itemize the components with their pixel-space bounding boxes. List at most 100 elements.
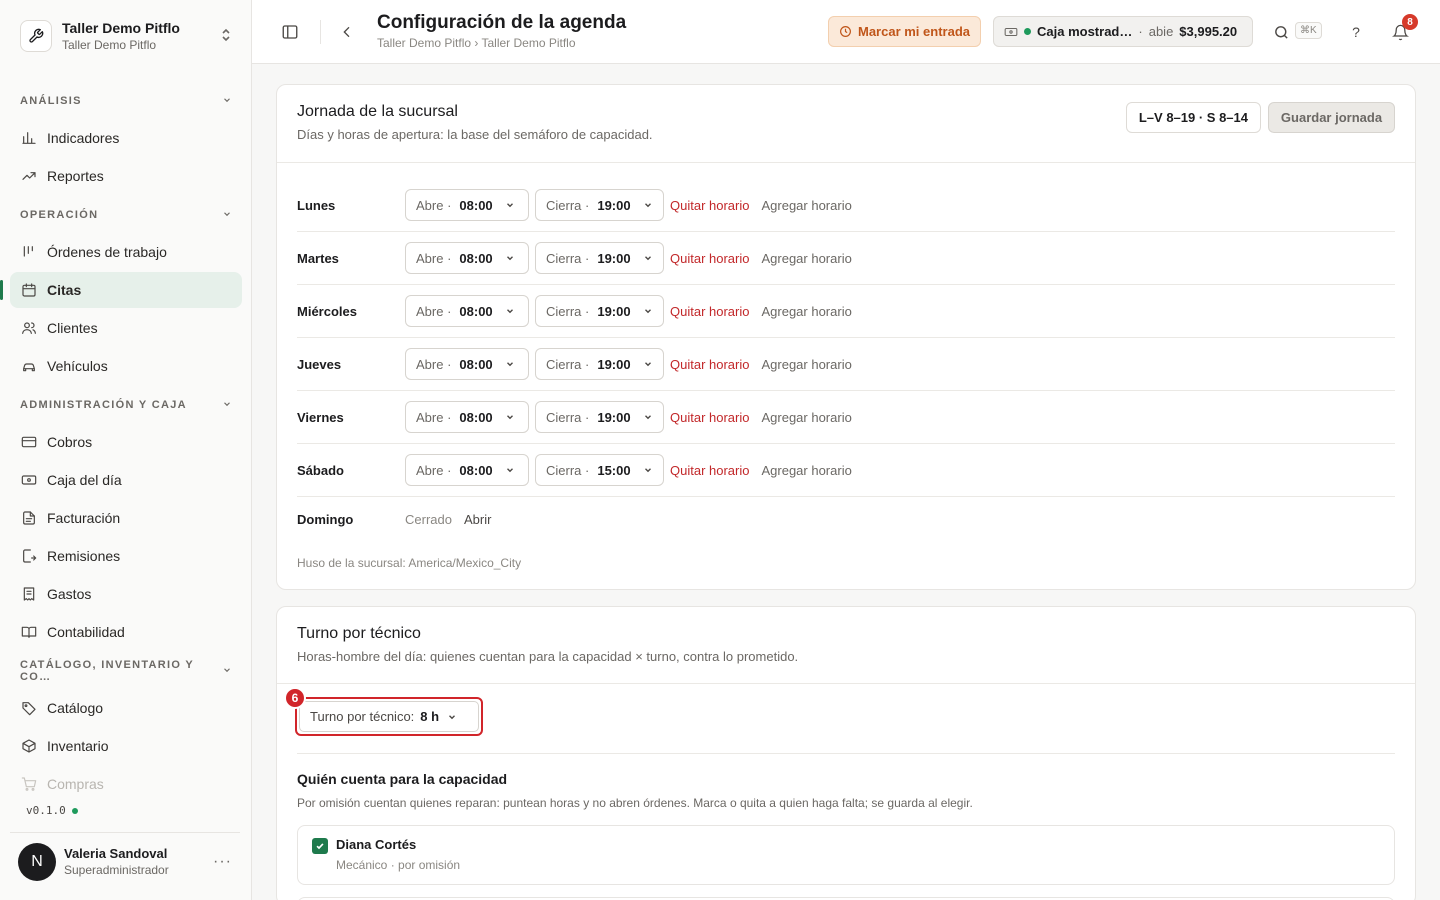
more-icon[interactable]: ··· [213,853,232,871]
sidebar-item-catálogo[interactable]: Catálogo [10,690,242,726]
add-schedule-link[interactable]: Agregar horario [761,410,851,425]
shift-select[interactable]: Turno por técnico: 8 h [299,701,479,732]
file-text-icon [20,510,37,527]
remove-schedule-link[interactable]: Quitar horario [670,251,749,266]
sidebar-item-indicadores[interactable]: Indicadores [10,120,242,156]
open-time-select[interactable]: Abre · 08:00 [405,189,529,221]
cash-register-separator: · [1138,24,1143,39]
sidebar-item-clientes[interactable]: Clientes [10,310,242,346]
hours-summary-button[interactable]: L–V 8–19 · S 8–14 [1125,102,1261,133]
sidebar-item-cobros[interactable]: Cobros [10,424,242,460]
checkbox-checked-icon[interactable] [312,838,328,854]
sidebar-item-label: Contabilidad [47,624,125,640]
technician-item[interactable]: Diana Cortés Mecánico · por omisión [297,825,1395,885]
open-time-value: 08:00 [459,409,493,425]
nav-section-header[interactable]: OPERACIÓN [10,198,242,232]
notification-badge: 8 [1402,14,1418,30]
credit-card-icon [20,434,37,451]
hours-row: Miércoles Abre · 08:00 Cierra · 19:00 Qu… [297,285,1395,338]
sidebar-item-compras[interactable]: Compras [10,766,242,802]
sidebar-item-citas[interactable]: Citas [0,272,242,308]
remove-schedule-link[interactable]: Quitar horario [670,357,749,372]
closed-status: Cerrado [405,512,452,527]
nav-section-label: ANÁLISIS [20,95,82,107]
receipt-icon [20,586,37,603]
chevron-down-icon [222,95,232,108]
sidebar-item-contabilidad[interactable]: Contabilidad [10,614,242,650]
hours-row: Lunes Abre · 08:00 Cierra · 19:00 Quitar… [297,179,1395,232]
nav-section-label: ADMINISTRACIÓN Y CAJA [20,399,187,411]
version-label: v0.1.0 [26,804,66,817]
add-schedule-link[interactable]: Agregar horario [761,357,851,372]
remove-schedule-link[interactable]: Quitar horario [670,463,749,478]
open-prefix: Abre · [416,462,452,478]
open-day-link[interactable]: Abrir [464,512,491,527]
chevron-down-icon [643,253,653,263]
sidebar-item-label: Catálogo [47,700,104,716]
sidebar-nav: ANÁLISIS Indicadores Reportes OPERACIÓN Órde… [0,80,242,804]
close-time-select[interactable]: Cierra · 19:00 [535,189,664,221]
sidebar-item-órdenes-de-trabajo[interactable]: Órdenes de trabajo [10,234,242,270]
save-hours-button[interactable]: Guardar jornada [1268,102,1395,133]
shift-select-value: 8 h [420,709,440,724]
sidebar-toggle-icon[interactable] [274,16,306,48]
help-icon[interactable]: ? [1340,16,1372,48]
shift-select-highlight: Turno por técnico: 8 h [295,697,483,736]
search-icon[interactable] [1265,16,1297,48]
add-schedule-link[interactable]: Agregar horario [761,463,851,478]
clock-icon [840,26,851,37]
sidebar-item-caja-del-día[interactable]: Caja del día [10,462,242,498]
sidebar-item-inventario[interactable]: Inventario [10,728,242,764]
chevron-down-icon [643,465,653,475]
page-title: Configuración de la agenda [377,12,627,33]
version: v0.1.0 [26,804,78,817]
nav-section-header[interactable]: ANÁLISIS [10,84,242,118]
chevron-down-icon [643,359,653,369]
user-menu[interactable]: N Valeria Sandoval Superadministrador ··… [10,832,240,890]
close-time-select[interactable]: Cierra · 15:00 [535,454,664,486]
open-time-value: 08:00 [459,303,493,319]
chevron-down-icon [643,412,653,422]
nav-section-header[interactable]: ADMINISTRACIÓN Y CAJA [10,388,242,422]
back-icon[interactable] [331,16,363,48]
add-schedule-link[interactable]: Agregar horario [761,251,851,266]
chevron-down-icon [505,359,515,369]
add-schedule-link[interactable]: Agregar horario [761,198,851,213]
cash-register-state: abie [1148,24,1174,39]
sidebar-item-reportes[interactable]: Reportes [10,158,242,194]
sidebar-item-remisiones[interactable]: Remisiones [10,538,242,574]
chevron-down-icon [222,665,232,678]
open-time-select[interactable]: Abre · 08:00 [405,348,529,380]
sidebar-item-facturación[interactable]: Facturación [10,500,242,536]
close-time-value: 19:00 [597,356,631,372]
open-time-select[interactable]: Abre · 08:00 [405,401,529,433]
divider [297,753,1395,754]
cash-register-button[interactable]: Caja mostrad… · abie $3,995.20 [993,16,1253,47]
nav-section-header[interactable]: CATÁLOGO, INVENTARIO Y CO… [10,654,242,688]
org-switcher[interactable]: Taller Demo Pitflo Taller Demo Pitflo [10,8,242,64]
open-prefix: Abre · [416,356,452,372]
wrench-icon [20,20,52,52]
close-prefix: Cierra · [546,250,590,266]
shift-title: Turno por técnico [297,625,421,642]
open-time-value: 08:00 [459,197,493,213]
user-role: Superadministrador [64,863,169,877]
remove-schedule-link[interactable]: Quitar horario [670,304,749,319]
close-time-select[interactable]: Cierra · 19:00 [535,348,664,380]
sidebar-item-vehículos[interactable]: Vehículos [10,348,242,384]
clock-in-button[interactable]: Marcar mi entrada [828,16,981,47]
remove-schedule-link[interactable]: Quitar horario [670,410,749,425]
open-time-select[interactable]: Abre · 08:00 [405,454,529,486]
capacity-title: Quién cuenta para la capacidad [297,771,508,787]
open-time-select[interactable]: Abre · 08:00 [405,295,529,327]
close-time-select[interactable]: Cierra · 19:00 [535,295,664,327]
remove-schedule-link[interactable]: Quitar horario [670,198,749,213]
close-time-select[interactable]: Cierra · 19:00 [535,401,664,433]
close-time-value: 19:00 [597,250,631,266]
sidebar-item-gastos[interactable]: Gastos [10,576,242,612]
sidebar-item-label: Citas [47,282,82,298]
add-schedule-link[interactable]: Agregar horario [761,304,851,319]
open-prefix: Abre · [416,197,452,213]
close-time-select[interactable]: Cierra · 19:00 [535,242,664,274]
open-time-select[interactable]: Abre · 08:00 [405,242,529,274]
